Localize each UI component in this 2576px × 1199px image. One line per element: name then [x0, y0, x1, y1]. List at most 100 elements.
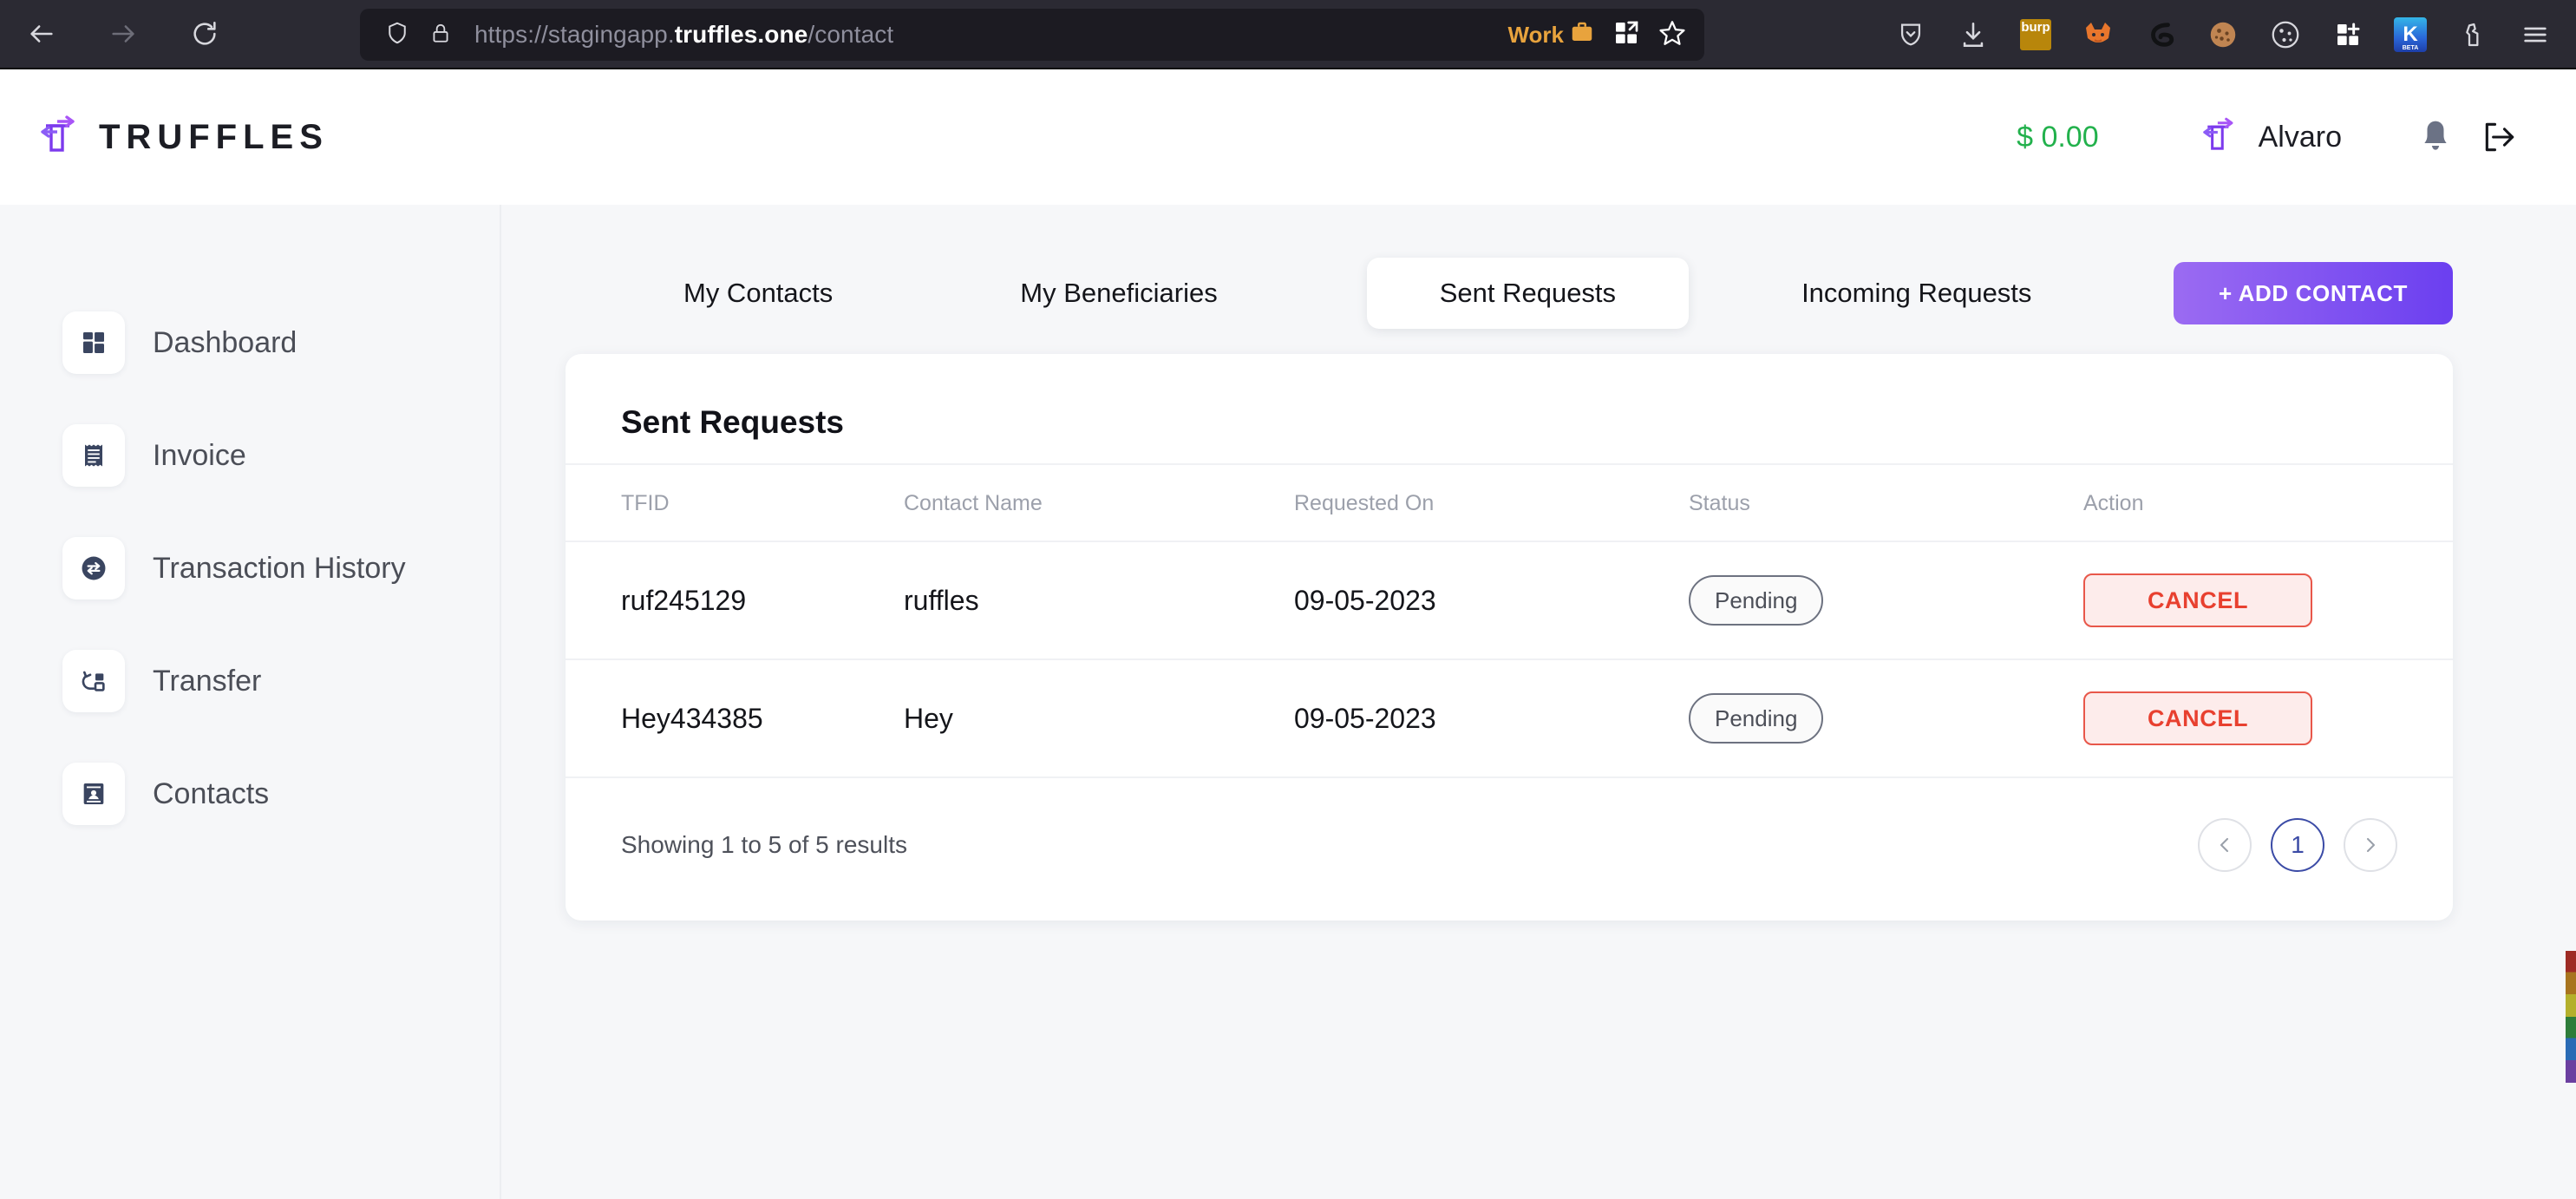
sidebar-item-invoice[interactable]: Invoice [0, 399, 500, 512]
sidebar-item-contacts[interactable]: Contacts [0, 737, 500, 850]
cell-contact-name: Hey [904, 659, 1294, 778]
table-footer: Showing 1 to 5 of 5 results 1 [566, 778, 2453, 921]
url-text[interactable]: https://stagingapp.truffles.one/contact [474, 21, 893, 49]
user-name-label: Alvaro [2258, 120, 2342, 154]
container-work-badge[interactable]: Work [1507, 19, 1595, 51]
balance-amount: $ 0.00 [2017, 120, 2099, 154]
table-head: TFID Contact Name Requested On Status Ac… [566, 463, 2453, 542]
sidebar-item-transaction-history[interactable]: Transaction History [0, 512, 500, 625]
brand-wordmark: TRUFFLES [99, 117, 329, 156]
cookie-editor-icon[interactable] [2205, 16, 2241, 53]
logout-icon[interactable] [2472, 109, 2527, 165]
app-body: Dashboard Invoice Transaction History Tr… [0, 205, 2576, 1199]
brand-logo[interactable]: TRUFFLES [31, 111, 329, 164]
column-header-contact-name: Contact Name [904, 463, 1294, 542]
column-header-action: Action [2083, 463, 2453, 542]
tabs-bar: My Contacts My Beneficiaries Sent Reques… [566, 205, 2453, 344]
cell-status: Pending [1689, 659, 2083, 778]
cell-contact-name: ruffles [904, 541, 1294, 660]
chevron-left-icon[interactable] [2198, 818, 2252, 872]
browser-extensions-bar: burp K [1893, 0, 2553, 69]
browser-chrome: https://stagingapp.truffles.one/contact … [0, 0, 2576, 69]
url-prefix: https://stagingapp. [474, 21, 675, 48]
cell-action: CANCEL [2083, 541, 2453, 660]
burp-suite-icon[interactable]: burp [2017, 16, 2054, 53]
kali-beta-label: K [2394, 17, 2427, 52]
transaction-exchange-icon [62, 537, 125, 600]
sidebar-item-label: Dashboard [153, 325, 297, 359]
sidebar-item-dashboard[interactable]: Dashboard [0, 286, 500, 399]
truffles-logo-icon [31, 111, 82, 164]
address-bar-icons [372, 20, 452, 50]
tab-my-contacts[interactable]: My Contacts [645, 258, 871, 329]
sidebar-item-label: Contacts [153, 776, 270, 810]
hack-tools-icon[interactable] [2455, 16, 2491, 53]
tab-incoming-requests[interactable]: Incoming Requests [1763, 258, 2069, 329]
column-header-requested-on: Requested On [1294, 463, 1689, 542]
cell-action: CANCEL [2083, 659, 2453, 778]
status-badge: Pending [1689, 575, 1824, 626]
reload-icon[interactable] [182, 11, 227, 56]
table-row: ruf245129 ruffles 09-05-2023 Pending CAN… [566, 541, 2453, 660]
bell-icon[interactable] [2408, 109, 2463, 165]
app-menu-icon[interactable] [2517, 16, 2553, 53]
pocket-icon[interactable] [1893, 16, 1929, 53]
cookie-quick-manager-icon[interactable] [2267, 16, 2304, 53]
shield-icon[interactable] [384, 20, 410, 50]
wappalyzer-icon[interactable] [2142, 16, 2179, 53]
foxyproxy-icon[interactable] [2080, 16, 2116, 53]
cell-status: Pending [1689, 541, 2083, 660]
page-edge-color-strip [2566, 951, 2576, 1083]
tab-sent-requests[interactable]: Sent Requests [1366, 258, 1690, 329]
pagination-page-1[interactable]: 1 [2271, 818, 2324, 872]
url-domain: truffles.one [674, 21, 808, 48]
url-path: /contact [807, 21, 894, 48]
card-title: Sent Requests [621, 404, 845, 440]
main-content: My Contacts My Beneficiaries Sent Reques… [501, 205, 2576, 1199]
chevron-right-icon[interactable] [2344, 818, 2397, 872]
column-header-status: Status [1689, 463, 2083, 542]
table-row: Hey434385 Hey 09-05-2023 Pending CANCEL [566, 659, 2453, 778]
container-grid-icon[interactable] [1612, 19, 1640, 51]
sent-requests-table: TFID Contact Name Requested On Status Ac… [566, 463, 2453, 778]
cell-tfid: Hey434385 [566, 659, 904, 778]
app-header: TRUFFLES $ 0.00 Alvaro [0, 69, 2576, 205]
cell-tfid: ruf245129 [566, 541, 904, 660]
container-work-label: Work [1507, 21, 1564, 48]
sidebar-item-label: Invoice [153, 438, 246, 472]
invoice-receipt-icon [62, 424, 125, 487]
address-bar[interactable]: https://stagingapp.truffles.one/contact … [360, 9, 1704, 61]
header-right-group: $ 0.00 Alvaro [2017, 109, 2527, 165]
sent-requests-card: Sent Requests TFID Contact Name Requeste… [566, 354, 2453, 921]
sidebar-item-label: Transfer [153, 664, 262, 698]
sidebar-item-label: Transaction History [153, 551, 406, 585]
forward-arrow-icon[interactable] [101, 11, 146, 56]
results-count-label: Showing 1 to 5 of 5 results [621, 831, 907, 858]
cancel-button[interactable]: CANCEL [2083, 691, 2312, 745]
transfer-arrow-icon [62, 650, 125, 712]
add-contact-button[interactable]: + ADD CONTACT [2174, 262, 2453, 324]
star-bookmark-icon[interactable] [1657, 18, 1687, 52]
tab-my-beneficiaries[interactable]: My Beneficiaries [982, 258, 1255, 329]
contacts-card-icon [62, 763, 125, 825]
sidebar-item-transfer[interactable]: Transfer [0, 625, 500, 737]
burp-suite-label: burp [2020, 19, 2051, 50]
status-badge: Pending [1689, 693, 1824, 744]
kali-beta-icon[interactable]: K [2392, 16, 2429, 53]
browser-nav-buttons [0, 11, 227, 56]
truffles-avatar-icon [2194, 114, 2239, 161]
lock-icon[interactable] [429, 20, 452, 50]
dashboard-grid-icon [62, 311, 125, 374]
downloads-icon[interactable] [1955, 16, 1991, 53]
table-body: ruf245129 ruffles 09-05-2023 Pending CAN… [566, 541, 2453, 778]
pagination: 1 [2198, 818, 2397, 872]
user-profile[interactable]: Alvaro [2194, 114, 2342, 161]
sidebar: Dashboard Invoice Transaction History Tr… [0, 205, 501, 1199]
cancel-button[interactable]: CANCEL [2083, 573, 2312, 627]
container-tabs-icon[interactable] [2330, 16, 2366, 53]
address-bar-actions: Work [1507, 18, 1692, 52]
briefcase-icon [1569, 19, 1595, 51]
column-header-tfid: TFID [566, 463, 904, 542]
cell-requested-on: 09-05-2023 [1294, 541, 1689, 660]
back-arrow-icon[interactable] [19, 11, 64, 56]
